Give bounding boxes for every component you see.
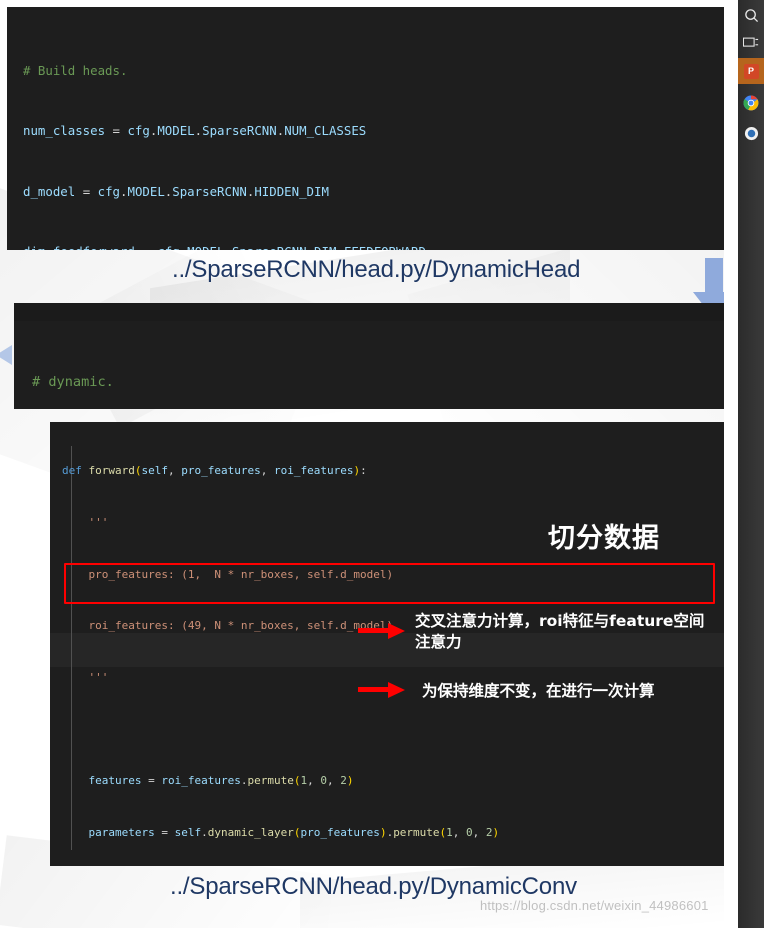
code-line: num_classes = cfg.MODEL.SparseRCNN.NUM_C… <box>23 123 367 139</box>
chrome-icon[interactable] <box>738 90 764 116</box>
caption-dynamicconv: ../SparseRCNN/head.py/DynamicConv <box>170 873 577 900</box>
red-arrow-icon <box>358 681 406 699</box>
annotation-keep-dimension: 为保持维度不变，在进行一次计算 <box>422 682 655 700</box>
powerpoint-icon[interactable]: P <box>738 58 764 84</box>
code-line: d_model = cfg.MODEL.SparseRCNN.HIDDEN_DI… <box>23 183 329 199</box>
red-arrow-icon <box>358 622 406 640</box>
code-line: parameters = self.dynamic_layer(pro_feat… <box>88 825 500 839</box>
code-line: # Build heads. <box>23 63 128 79</box>
watermark: https://blog.csdn.net/weixin_44986601 <box>480 898 709 913</box>
powerpoint-glyph: P <box>743 63 759 79</box>
app-icon[interactable] <box>738 120 764 146</box>
annotation-split-data: 切分数据 <box>548 523 660 554</box>
windows-taskbar[interactable]: P <box>738 0 764 928</box>
desktop-right-strip: P <box>724 0 764 928</box>
code-block-dynamichead: # Build heads. num_classes = cfg.MODEL.S… <box>7 7 724 250</box>
code-line: features = roi_features.permute(1, 0, 2) <box>88 774 354 788</box>
left-blue-arrow-icon <box>0 343 14 367</box>
task-view-icon[interactable] <box>738 30 764 56</box>
screenshot-root: # Build heads. num_classes = cfg.MODEL.S… <box>0 0 764 928</box>
red-highlight-box <box>64 563 715 604</box>
caption-dynamichead: ../SparseRCNN/head.py/DynamicHead <box>172 256 581 283</box>
code-line: dim_feedforward = cfg.MODEL.SparseRCNN.D… <box>23 242 724 250</box>
code-gutter <box>14 303 724 321</box>
annotation-cross-attention: 交叉注意力计算，roi特征与feature空间注意力 <box>415 612 705 651</box>
search-icon[interactable] <box>738 2 764 28</box>
code-block-dynamic-attention: # dynamic. self.self_attn = nn.Multihead… <box>14 303 724 409</box>
code-line: def forward(self, pro_features, roi_feat… <box>62 464 367 478</box>
code-line: # dynamic. <box>32 374 114 390</box>
